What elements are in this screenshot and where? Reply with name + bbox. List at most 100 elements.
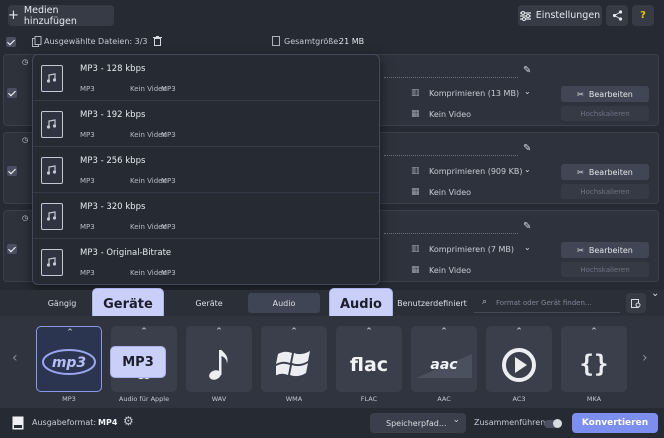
preset-item[interactable]: MP3 - 192 kbps MP3 Kein Video MP3 bbox=[33, 101, 379, 147]
format-label: MP3 bbox=[62, 395, 76, 403]
edit-pencil-icon[interactable]: ✎ bbox=[523, 221, 531, 232]
scroll-left-arrow[interactable]: ‹ bbox=[12, 350, 18, 366]
scissors-icon: ✂ bbox=[577, 167, 584, 177]
total-size-value: 21 MB bbox=[339, 37, 365, 46]
output-format-label: Ausgabeformat: bbox=[32, 418, 97, 427]
format-mp3[interactable]: ⌃ mp3 bbox=[36, 326, 102, 392]
format-mka[interactable]: ⌃ {} bbox=[561, 326, 627, 392]
preset-item[interactable]: MP3 - 128 kbps MP3 Kein Video MP3 bbox=[33, 55, 379, 101]
tab-audio[interactable]: Audio bbox=[248, 293, 320, 313]
format-gallery: ‹ › ⌃ mp3 MP3 ⌃ Audio für Apple ⌃ WAV ⌃ bbox=[0, 316, 664, 408]
edit-pencil-icon[interactable]: ✎ bbox=[523, 65, 531, 76]
edit-pencil-icon[interactable]: ✎ bbox=[523, 143, 531, 154]
file-checkbox[interactable] bbox=[7, 244, 17, 254]
video-option[interactable]: Kein Video bbox=[429, 188, 471, 197]
audio-file-icon bbox=[41, 249, 63, 276]
edit-button[interactable]: ✂ Bearbeiten bbox=[561, 86, 649, 102]
compress-option[interactable]: Komprimieren (909 KB) bbox=[429, 167, 523, 176]
convert-button[interactable]: Konvertieren bbox=[572, 413, 658, 433]
chevron-down-icon[interactable]: ⌄ bbox=[524, 165, 531, 174]
export-settings-icon bbox=[631, 299, 641, 308]
svg-text:flac: flac bbox=[350, 354, 388, 376]
scroll-right-arrow[interactable]: › bbox=[642, 350, 648, 366]
save-path-button[interactable]: Speicherpfad... ⌄ bbox=[370, 413, 466, 433]
total-size-label: Gesamtgröße: bbox=[284, 37, 341, 46]
tab-custom[interactable]: Benutzerdefiniert bbox=[394, 293, 470, 313]
chevron-down-icon: ⌄ bbox=[452, 415, 460, 425]
format-wav[interactable]: ⌃ bbox=[186, 326, 252, 392]
play-circle-icon bbox=[502, 348, 536, 382]
compress-option[interactable]: Komprimieren (7 MB) bbox=[429, 245, 514, 254]
chevron-up-icon: ⌃ bbox=[66, 328, 74, 338]
upscale-button[interactable]: Hochskalieren bbox=[561, 262, 649, 277]
format-settings-button[interactable] bbox=[626, 293, 646, 313]
sliders-icon bbox=[519, 10, 531, 21]
edit-button[interactable]: ✂ Bearbeiten bbox=[561, 242, 649, 258]
select-all-checkbox[interactable] bbox=[6, 37, 16, 47]
selection-info-bar: Ausgewählte Dateien: 3/3 Gesamtgröße: 21… bbox=[0, 32, 664, 52]
format-aac[interactable]: ⌃ aac bbox=[411, 326, 477, 392]
format-label: WAV bbox=[211, 395, 227, 403]
video-option[interactable]: Kein Video bbox=[429, 110, 471, 119]
chevron-up-icon: ⌃ bbox=[290, 327, 298, 337]
chevron-down-icon[interactable]: ⌄ bbox=[524, 243, 531, 252]
format-label: MKA bbox=[586, 395, 602, 403]
file-checkbox[interactable] bbox=[7, 88, 17, 98]
flac-logo-icon: flac bbox=[350, 354, 388, 376]
merge-toggle[interactable] bbox=[544, 419, 562, 428]
compress-icon: ▥ bbox=[411, 244, 420, 254]
output-format-value: MP4 bbox=[98, 418, 118, 427]
settings-button[interactable]: Einstellungen bbox=[518, 5, 602, 26]
format-label: AC3 bbox=[512, 395, 526, 403]
help-button[interactable]: ? bbox=[632, 5, 654, 26]
edit-button[interactable]: ✂ Bearbeiten bbox=[561, 164, 649, 180]
files-icon bbox=[32, 36, 42, 47]
clock-icon: ◷ bbox=[22, 214, 29, 222]
tab-popular[interactable]: Gängig bbox=[22, 293, 102, 313]
format-flac[interactable]: ⌃ flac bbox=[336, 326, 402, 392]
collapse-chevron-icon[interactable]: ⌄ bbox=[651, 288, 659, 299]
top-toolbar: + Medien hinzufügen Einstellungen ? bbox=[0, 0, 664, 32]
preset-item[interactable]: MP3 - 256 kbps MP3 Kein Video MP3 bbox=[33, 147, 379, 193]
aac-logo-icon: aac bbox=[416, 354, 472, 378]
chevron-up-icon: ⌃ bbox=[140, 327, 148, 337]
format-search-input[interactable]: ⌕ Format oder Gerät finden... bbox=[474, 293, 620, 313]
plus-icon: + bbox=[8, 8, 19, 23]
braces-icon: {} bbox=[580, 350, 609, 378]
chevron-up-icon: ⌃ bbox=[590, 327, 598, 337]
preset-item[interactable]: MP3 - Original-Bitrate MP3 Kein Video MP… bbox=[33, 239, 379, 284]
scissors-icon: ✂ bbox=[577, 245, 584, 255]
chevron-down-icon[interactable]: ⌄ bbox=[524, 87, 531, 96]
video-icon: ▦ bbox=[411, 187, 420, 197]
share-button[interactable] bbox=[606, 5, 628, 26]
trash-icon[interactable] bbox=[153, 36, 162, 46]
preset-dropdown: MP3 - 128 kbps MP3 Kein Video MP3 MP3 - … bbox=[32, 54, 380, 285]
format-label: Audio für Apple bbox=[118, 395, 170, 403]
merge-label: Zusammenführen: bbox=[474, 418, 548, 427]
settings-label: Einstellungen bbox=[535, 10, 601, 21]
audio-file-icon bbox=[41, 111, 63, 138]
clock-icon: ◷ bbox=[22, 136, 29, 144]
music-note-icon bbox=[209, 350, 228, 380]
upscale-button[interactable]: Hochskalieren bbox=[561, 106, 649, 121]
share-icon bbox=[612, 10, 622, 21]
format-ac3[interactable]: ⌃ bbox=[486, 326, 552, 392]
chevron-up-icon: ⌃ bbox=[215, 327, 223, 337]
add-media-button[interactable]: + Medien hinzufügen bbox=[8, 4, 114, 27]
compress-icon: ▥ bbox=[411, 88, 420, 98]
gear-icon[interactable]: ⚙ bbox=[123, 414, 134, 428]
scissors-icon: ✂ bbox=[577, 89, 584, 99]
video-option[interactable]: Kein Video bbox=[429, 266, 471, 275]
upscale-button[interactable]: Hochskalieren bbox=[561, 184, 649, 199]
output-format-icon bbox=[12, 416, 24, 430]
help-icon: ? bbox=[640, 10, 646, 21]
compress-option[interactable]: Komprimieren (13 MB) bbox=[429, 89, 519, 98]
search-icon: ⌕ bbox=[482, 297, 488, 307]
add-media-label: Medien hinzufügen bbox=[23, 4, 77, 27]
preset-item[interactable]: MP3 - 320 kbps MP3 Kein Video MP3 bbox=[33, 193, 379, 239]
svg-text:aac: aac bbox=[430, 357, 458, 373]
format-wma[interactable]: ⌃ bbox=[261, 326, 327, 392]
tab-devices[interactable]: Geräte bbox=[172, 293, 246, 313]
file-checkbox[interactable] bbox=[7, 166, 17, 176]
chevron-up-icon: ⌃ bbox=[365, 327, 373, 337]
